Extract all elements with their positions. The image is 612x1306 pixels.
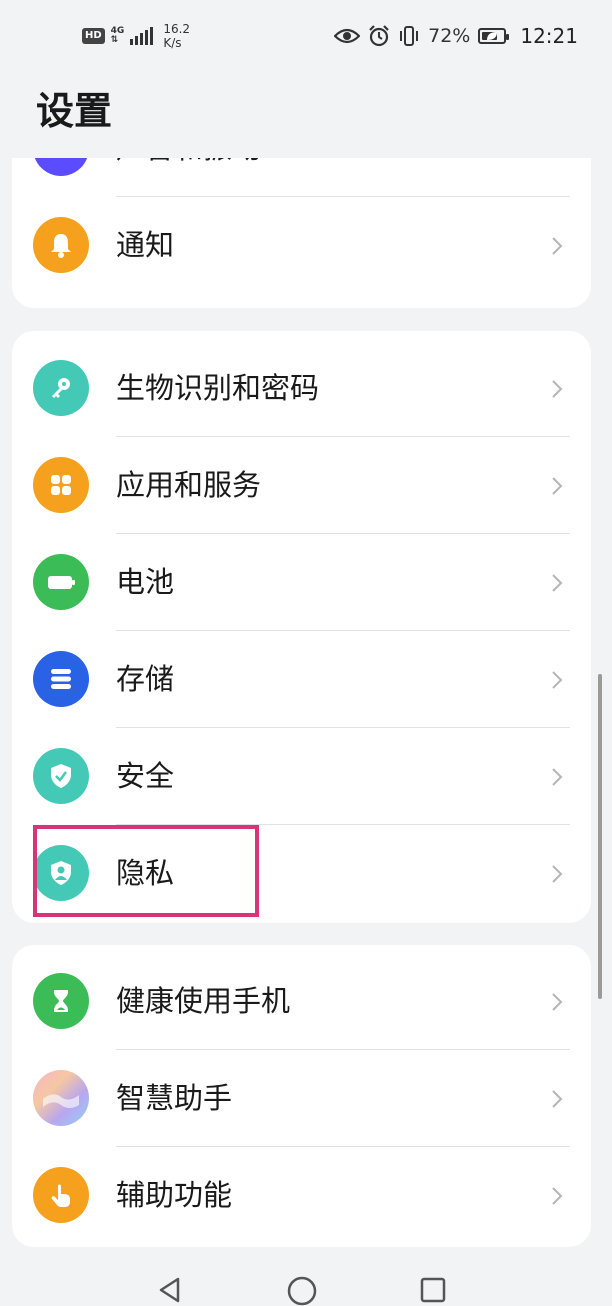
sound-icon <box>33 158 89 176</box>
chevron-right-icon <box>552 993 563 1011</box>
privacy-shield-icon <box>33 845 89 901</box>
battery-saver-icon <box>487 32 498 40</box>
key-icon <box>33 360 89 416</box>
settings-item-digital-balance[interactable]: 健康使用手机 <box>12 953 591 1050</box>
storage-icon <box>33 651 89 707</box>
settings-item-label: 辅助功能 <box>116 1178 233 1212</box>
navigation-bar <box>0 1258 612 1306</box>
status-left: HD 4G ⇅ 16.2 K/s <box>82 22 190 50</box>
chevron-right-icon <box>552 865 563 883</box>
settings-item-battery[interactable]: 电池 <box>12 534 591 631</box>
page-title: 设置 <box>36 89 113 133</box>
settings-item-sound[interactable]: 声音和振动 <box>12 158 591 197</box>
settings-item-label: 声音和振动 <box>116 158 261 197</box>
assistant-icon <box>33 1070 89 1126</box>
settings-item-accessibility[interactable]: 辅助功能 <box>12 1147 591 1244</box>
bell-icon <box>33 217 89 273</box>
back-icon <box>159 1277 180 1303</box>
shield-check-icon <box>33 748 89 804</box>
eye-icon <box>334 28 361 44</box>
apps-grid-icon <box>33 457 89 513</box>
recents-icon <box>420 1277 446 1303</box>
chevron-right-icon <box>552 1187 563 1205</box>
settings-item-apps-services[interactable]: 应用和服务 <box>12 437 591 534</box>
data-arrows-icon: ⇅ <box>110 35 119 45</box>
settings-group-1: 声音和振动 通知 <box>12 158 591 308</box>
settings-list[interactable]: 声音和振动 通知 生物识别和密码 应用和服务 <box>0 158 612 1258</box>
hd-badge: HD <box>82 28 105 44</box>
settings-item-notification[interactable]: 通知 <box>12 197 591 294</box>
network-speed: 16.2 K/s <box>163 22 191 50</box>
status-bar: HD 4G ⇅ 16.2 K/s 72% 12:21 <box>0 0 612 72</box>
battery-percent: 72% <box>428 25 471 47</box>
settings-item-label: 生物识别和密码 <box>116 371 320 405</box>
vibrate-icon <box>400 26 419 46</box>
status-right: 72% 12:21 <box>334 24 578 48</box>
alarm-icon <box>369 25 389 47</box>
hourglass-icon <box>33 973 89 1029</box>
chevron-right-icon <box>552 1090 563 1108</box>
settings-item-label: 存储 <box>116 662 175 696</box>
chevron-right-icon <box>552 768 563 786</box>
settings-item-security[interactable]: 安全 <box>12 728 591 825</box>
network-type: 4G ⇅ <box>110 26 125 45</box>
chevron-right-icon <box>552 237 563 255</box>
settings-item-label: 通知 <box>116 228 175 262</box>
settings-item-label: 健康使用手机 <box>116 984 291 1018</box>
battery-indicator <box>478 28 510 44</box>
scrollbar[interactable] <box>598 674 602 999</box>
settings-item-storage[interactable]: 存储 <box>12 631 591 728</box>
settings-item-biometrics[interactable]: 生物识别和密码 <box>12 340 591 437</box>
signal-icon <box>130 27 154 45</box>
accessibility-hand-icon <box>33 1167 89 1223</box>
settings-item-label: 安全 <box>116 759 175 793</box>
clock: 12:21 <box>520 24 578 48</box>
settings-item-privacy[interactable]: 隐私 <box>12 825 591 922</box>
chevron-right-icon <box>552 671 563 689</box>
settings-group-2: 生物识别和密码 应用和服务 电池 存储 安全 隐私 <box>12 331 591 923</box>
settings-item-label: 电池 <box>116 565 175 599</box>
settings-item-label: 智慧助手 <box>116 1081 233 1115</box>
battery-icon <box>33 554 89 610</box>
chevron-right-icon <box>552 477 563 495</box>
chevron-right-icon <box>552 380 563 398</box>
settings-item-assistant[interactable]: 智慧助手 <box>12 1050 591 1147</box>
chevron-right-icon <box>552 574 563 592</box>
chevron-right-icon <box>547 158 567 159</box>
settings-group-3: 健康使用手机 智慧助手 辅助功能 <box>12 945 591 1247</box>
settings-item-label: 隐私 <box>116 856 175 890</box>
settings-item-label: 应用和服务 <box>116 468 262 502</box>
